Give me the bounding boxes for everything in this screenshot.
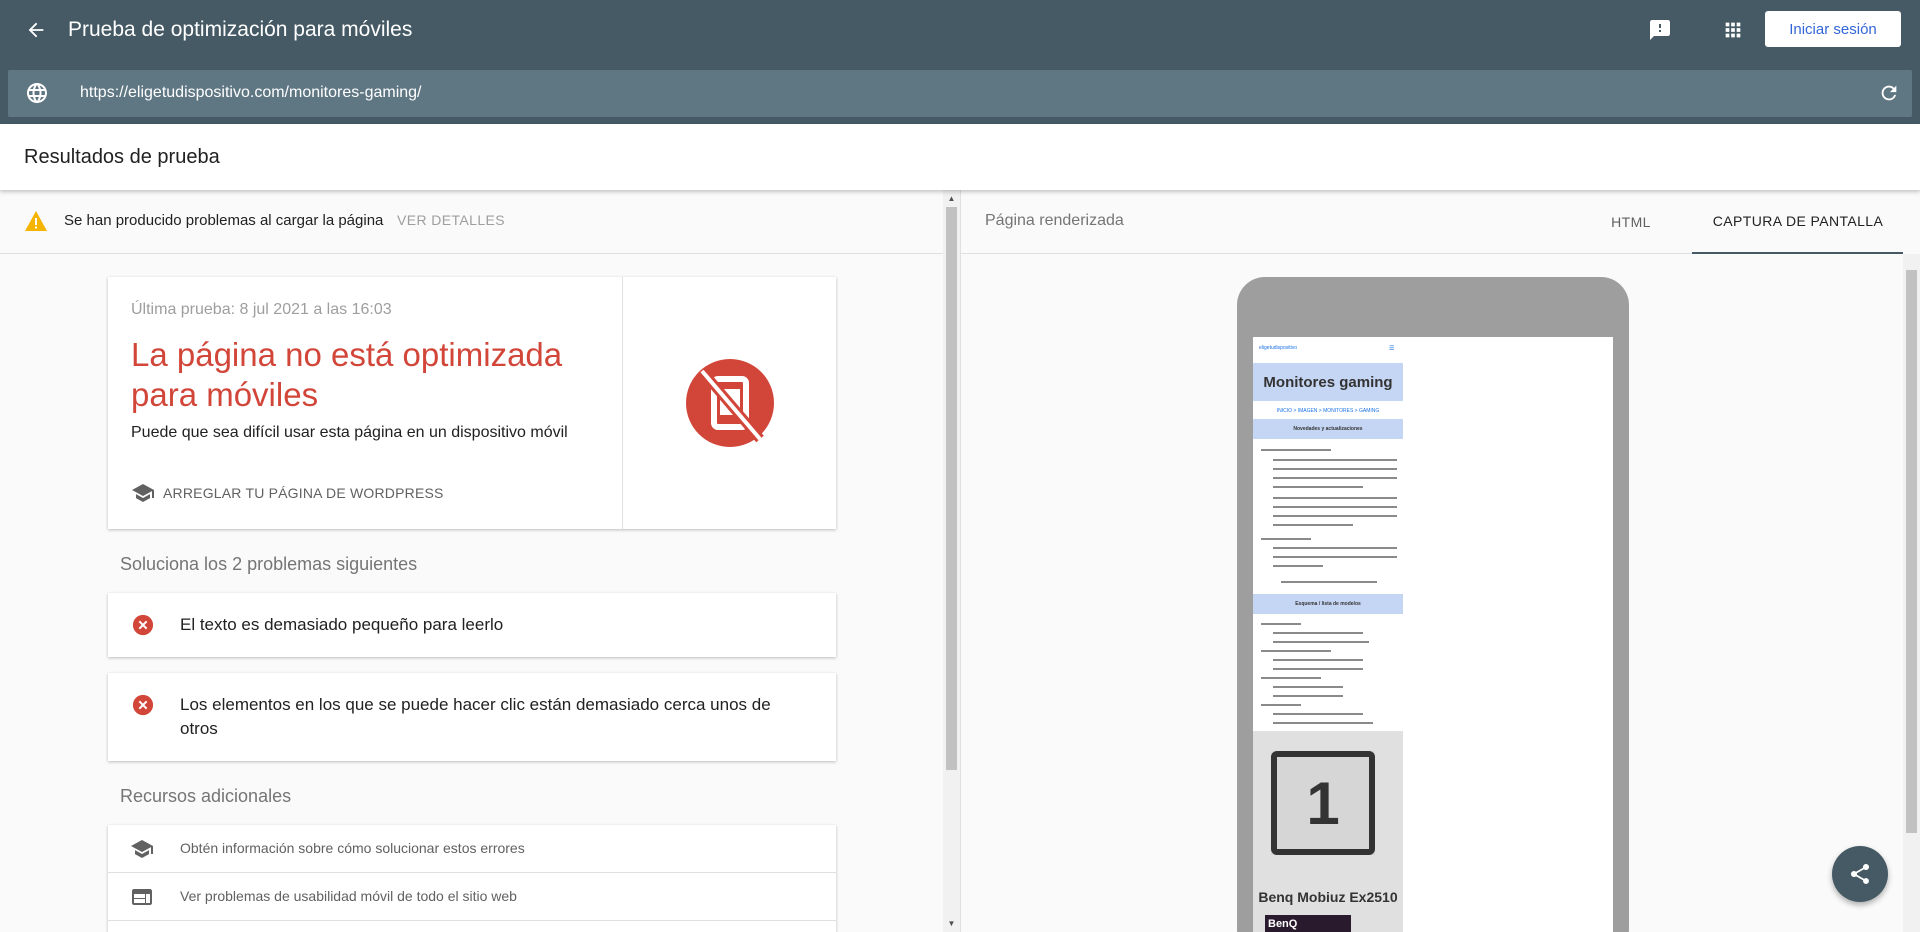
site-text-line <box>1273 506 1397 508</box>
site-breadcrumb: INICIO > IMAGEN > MONITORES > GAMING <box>1276 408 1380 414</box>
signin-button[interactable]: Iniciar sesión <box>1765 11 1901 47</box>
site-text-line <box>1261 650 1331 652</box>
site-text-line <box>1273 459 1397 461</box>
school-cap-icon <box>132 484 154 502</box>
issue-text: Los elementos en los que se puede hacer … <box>180 695 771 738</box>
right-scrollbar-thumb[interactable] <box>1906 270 1917 833</box>
site-text-line <box>1261 538 1311 540</box>
site-product-image: BenQ <box>1265 915 1351 932</box>
scroll-down-arrow-icon[interactable]: ▼ <box>943 915 960 932</box>
app-bar-row: Prueba de optimización para móviles Inic… <box>0 0 1920 60</box>
site-text-line <box>1273 486 1363 488</box>
issue-item[interactable]: Los elementos en los que se puede hacer … <box>108 673 836 761</box>
site-text-line <box>1273 641 1369 643</box>
site-text-line <box>1261 677 1321 679</box>
fix-wordpress-label: ARREGLAR TU PÁGINA DE WORDPRESS <box>163 485 444 501</box>
site-text-line <box>1261 704 1301 706</box>
site-text-line <box>1273 722 1373 724</box>
app-title: Prueba de optimización para móviles <box>68 18 413 41</box>
web-page-icon <box>132 889 152 905</box>
verdict-subtitle: Puede que sea difícil usar esta página e… <box>131 424 568 441</box>
apps-grid-icon <box>1725 22 1741 38</box>
site-text-line <box>1261 449 1331 451</box>
right-pane: Página renderizada HTML CAPTURA DE PANTA… <box>961 190 1903 932</box>
app-bar: Prueba de optimización para móviles Inic… <box>0 0 1920 124</box>
share-icon <box>1851 863 1870 884</box>
warning-icon <box>25 211 47 231</box>
site-logo: eligetudispositivo <box>1259 345 1298 351</box>
globe-icon <box>27 83 47 103</box>
scroll-up-arrow-icon[interactable]: ▲ <box>943 190 960 207</box>
issues-heading: Soluciona los 2 problemas siguientes <box>120 554 418 574</box>
left-scrollbar-thumb[interactable] <box>946 207 957 770</box>
site-hero-title: Monitores gaming <box>1253 363 1403 401</box>
site-text-line <box>1273 565 1323 567</box>
site-text-line <box>1281 581 1377 583</box>
site-text-line <box>1273 477 1397 479</box>
site-text-line <box>1273 686 1343 688</box>
share-button[interactable] <box>1832 846 1888 902</box>
hamburger-menu-icon: ☰ <box>1389 346 1395 352</box>
verdict-card: Última prueba: 8 jul 2021 a las 16:03 La… <box>108 277 836 529</box>
error-icon <box>132 694 154 716</box>
site-text-line <box>1261 623 1301 625</box>
site-section-band: Novedades y actualizaciones <box>1253 419 1403 439</box>
verdict-title: La página no está optimizada para móvile… <box>131 336 563 413</box>
not-mobile-friendly-badge <box>623 277 836 529</box>
url-input[interactable] <box>80 81 1780 105</box>
tab-screenshot[interactable]: CAPTURA DE PANTALLA <box>1692 190 1903 254</box>
tab-html[interactable]: HTML <box>1589 190 1673 254</box>
resource-item[interactable]: Ver problemas de usabilidad móvil de tod… <box>108 873 836 921</box>
site-text-line <box>1273 547 1397 549</box>
site-rank-number: 1 <box>1271 751 1375 855</box>
back-button[interactable] <box>22 16 50 44</box>
warning-text: Se han producido problemas al cargar la … <box>64 212 384 229</box>
resource-item[interactable]: Obtén información sobre cómo solucionar … <box>108 825 836 873</box>
url-bar <box>8 70 1912 117</box>
rendered-page-label: Página renderizada <box>985 212 1124 229</box>
verdict-summary: Última prueba: 8 jul 2021 a las 16:03 La… <box>108 277 623 529</box>
site-text-line <box>1273 713 1363 715</box>
issue-text: El texto es demasiado pequeño para leerl… <box>180 615 504 634</box>
resource-text: Obtén información sobre cómo solucionar … <box>180 840 525 856</box>
arrow-back-icon <box>28 22 44 38</box>
site-text-line <box>1273 695 1343 697</box>
feedback-icon <box>1650 20 1670 40</box>
site-text-line <box>1273 524 1353 526</box>
phone-frame: eligetudispositivo ☰ Monitores gaming IN… <box>1237 277 1629 932</box>
rendered-page-header: Página renderizada HTML CAPTURA DE PANTA… <box>961 190 1903 254</box>
results-title: Resultados de prueba <box>24 146 220 168</box>
resource-text: Ver problemas de usabilidad móvil de tod… <box>180 888 517 904</box>
site-text-line <box>1273 468 1397 470</box>
apps-button[interactable] <box>1718 15 1748 45</box>
view-details-link[interactable]: VER DETALLES <box>397 212 505 228</box>
school-cap-icon <box>131 840 153 858</box>
site-product-name: Benq Mobiuz Ex2510 <box>1258 889 1398 905</box>
site-text-line <box>1273 497 1397 499</box>
site-text-line <box>1273 668 1363 670</box>
site-text-line <box>1273 632 1363 634</box>
error-icon <box>132 614 154 636</box>
results-header: Resultados de prueba <box>0 124 1920 190</box>
rendered-screenshot: eligetudispositivo ☰ Monitores gaming IN… <box>1253 337 1613 932</box>
not-mobile-friendly-icon <box>685 359 774 447</box>
resources-card: Obtén información sobre cómo solucionar … <box>108 825 836 932</box>
last-test-date: Última prueba: 8 jul 2021 a las 16:03 <box>131 301 392 318</box>
rendered-site: eligetudispositivo ☰ Monitores gaming IN… <box>1253 337 1403 932</box>
site-text-line <box>1273 659 1363 661</box>
page-loading-warning: Se han producido problemas al cargar la … <box>0 190 943 254</box>
issue-item[interactable]: El texto es demasiado pequeño para leerl… <box>108 593 836 657</box>
left-pane: Se han producido problemas al cargar la … <box>0 190 943 932</box>
site-text-line <box>1273 515 1397 517</box>
site-section-band: Esquema / lista de modelos <box>1253 594 1403 614</box>
fix-wordpress-link[interactable]: ARREGLAR TU PÁGINA DE WORDPRESS <box>131 483 444 503</box>
refresh-icon[interactable] <box>1878 82 1900 104</box>
resources-heading: Recursos adicionales <box>120 786 292 806</box>
site-rank-badge: 1 <box>1271 751 1375 855</box>
feedback-button[interactable] <box>1645 15 1675 45</box>
site-text-line <box>1273 556 1397 558</box>
